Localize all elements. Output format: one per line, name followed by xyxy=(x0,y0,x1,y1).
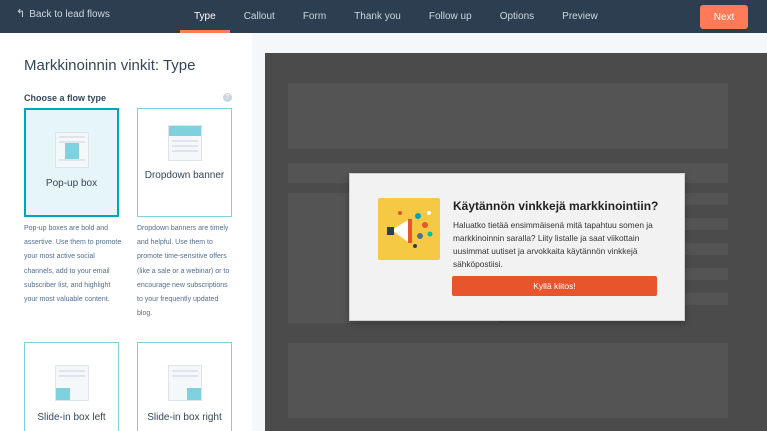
help-icon[interactable]: ? xyxy=(223,93,232,102)
popup-preview-modal: Käytännön vinkkejä markkinointiin? Halua… xyxy=(349,173,685,321)
popup-box-thumbnail-icon xyxy=(54,132,89,168)
dropdown-banner-label: Dropdown banner xyxy=(144,170,225,181)
section-label: Choose a flow type xyxy=(24,93,107,103)
panel-divider xyxy=(252,33,265,431)
popup-cta-button[interactable]: Kyllä kiitos! xyxy=(452,276,657,296)
popup-body-text: Haluatko tietää ensimmäisenä mitä tapaht… xyxy=(453,220,653,269)
placeholder-block xyxy=(288,343,728,418)
tab-form[interactable]: Form xyxy=(289,0,340,33)
slide-in-left-label: Slide-in box left xyxy=(37,412,106,423)
slide-in-left-thumbnail-icon xyxy=(54,365,89,401)
page-title: Markkinoinnin vinkit: Type xyxy=(24,57,196,74)
flow-type-panel: Markkinoinnin vinkit: Type Choose a flow… xyxy=(0,33,252,431)
tab-type[interactable]: Type xyxy=(180,0,230,33)
step-tabs: Type Callout Form Thank you Follow up Op… xyxy=(180,0,612,33)
megaphone-illustration-icon xyxy=(378,198,440,260)
tab-callout[interactable]: Callout xyxy=(230,0,289,33)
back-label: Back to lead flows xyxy=(29,9,110,20)
back-to-lead-flows-link[interactable]: ↰ Back to lead flows xyxy=(16,8,110,21)
flow-type-popup-box-card[interactable]: Pop-up box xyxy=(24,108,119,217)
flow-type-slide-in-right-card[interactable]: Slide-in box right xyxy=(137,342,232,431)
flow-type-slide-in-left-card[interactable]: Slide-in box left xyxy=(24,342,119,431)
popup-box-label: Pop-up box xyxy=(45,178,98,189)
popup-box-description: Pop-up boxes are bold and assertive. Use… xyxy=(24,225,122,304)
top-navigation-bar: ↰ Back to lead flows Type Callout Form T… xyxy=(0,0,767,33)
next-button[interactable]: Next xyxy=(700,5,748,29)
slide-in-right-thumbnail-icon xyxy=(167,365,202,401)
tab-follow-up[interactable]: Follow up xyxy=(415,0,486,33)
popup-title: Käytännön vinkkejä markkinointiin? xyxy=(453,199,659,213)
dropdown-banner-thumbnail-icon xyxy=(167,125,202,161)
dropdown-banner-description: Dropdown banners are timely and helpful.… xyxy=(137,225,230,318)
placeholder-block xyxy=(288,83,728,149)
tab-options[interactable]: Options xyxy=(486,0,548,33)
back-arrow-icon: ↰ xyxy=(16,8,26,20)
tab-thank-you[interactable]: Thank you xyxy=(340,0,415,33)
tab-preview[interactable]: Preview xyxy=(548,0,612,33)
slide-in-right-label: Slide-in box right xyxy=(147,412,222,423)
flow-type-dropdown-banner-card[interactable]: Dropdown banner xyxy=(137,108,232,217)
